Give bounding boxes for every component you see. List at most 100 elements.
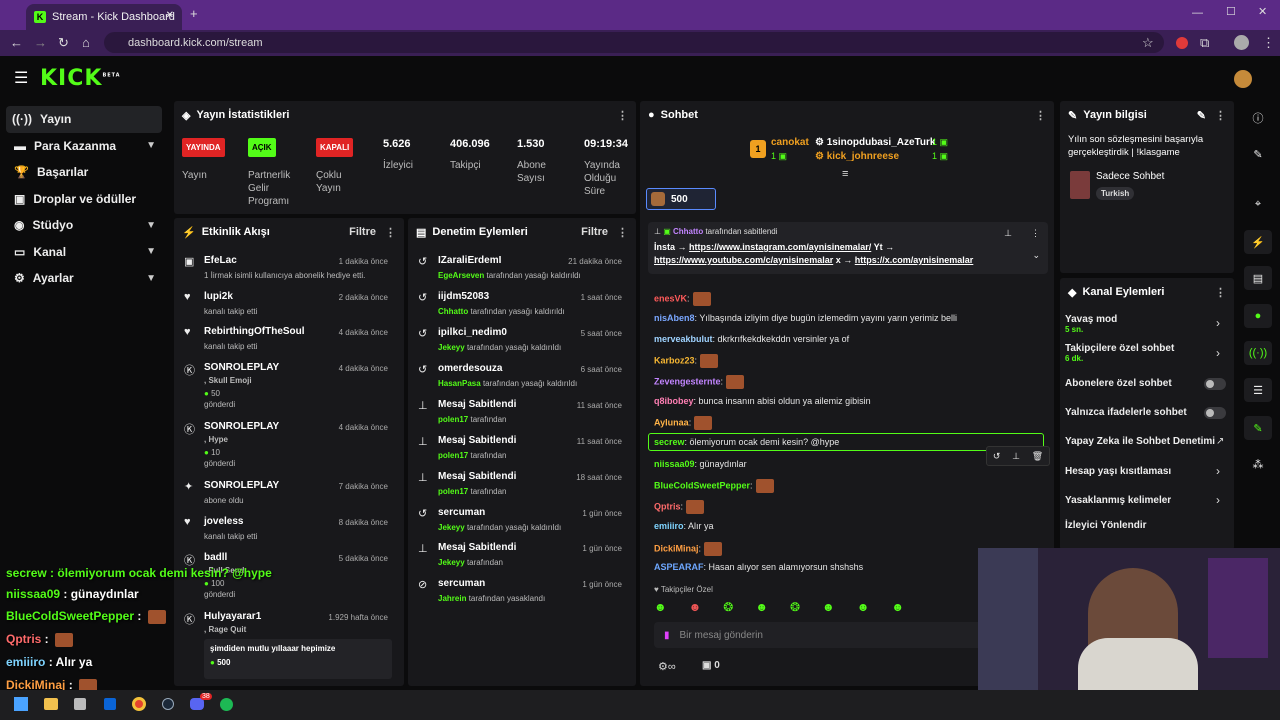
emote[interactable]: ❂ — [723, 600, 733, 616]
emotes-only-toggle[interactable] — [1204, 407, 1226, 419]
action-banned-words[interactable]: Yasaklanmış kelimeler — [1065, 495, 1171, 506]
emote[interactable]: ☻ — [755, 600, 768, 616]
undo-icon[interactable]: ↺ — [993, 451, 1001, 462]
action-followers-only[interactable]: Takipçilere özel sohbet 6 dk. — [1065, 343, 1210, 363]
emote[interactable]: ☻ — [891, 600, 904, 616]
chat-message[interactable]: BlueColdSweetPepper: — [654, 479, 774, 493]
more-options-icon[interactable]: ⋮ — [1215, 286, 1226, 299]
sidebar-item-ayarlar[interactable]: ⚙ Ayarlar ▼ — [0, 265, 170, 292]
chat-message-highlighted[interactable]: secrew: ölemiyorum ocak demi kesin? @hyp… — [654, 437, 839, 447]
store-icon[interactable] — [74, 698, 86, 710]
reload-icon[interactable]: ↻ — [58, 36, 69, 49]
info-icon[interactable]: ⓘ — [1244, 106, 1272, 130]
chat-message[interactable]: merveakbulut: dkrkrıfkekdkekddn versinle… — [654, 334, 849, 344]
chat-message[interactable]: enesVK: — [654, 292, 711, 306]
more-options-icon[interactable]: ⋮ — [617, 109, 628, 122]
emote[interactable]: ☻ — [857, 600, 870, 616]
category-thumbnail[interactable] — [1070, 171, 1090, 199]
extensions-puzzle-icon[interactable]: ⧉ — [1200, 36, 1209, 49]
more-options-icon[interactable]: ⋮ — [1031, 228, 1040, 239]
bookmark-star-icon[interactable]: ☆ — [1142, 36, 1154, 49]
extension-icon[interactable] — [1176, 37, 1188, 49]
more-options-icon[interactable]: ⋮ — [617, 226, 628, 239]
spotify-icon[interactable] — [220, 698, 233, 711]
chat-message[interactable]: emiiiro: Alır ya — [654, 521, 714, 531]
sidebar-item-basarilar[interactable]: 🏆 Başarılar — [0, 159, 170, 186]
external-link-icon[interactable]: ↗ — [1216, 436, 1224, 447]
trash-icon[interactable]: 🗑 — [1032, 451, 1043, 462]
chat-message[interactable]: Aylunaa: — [654, 416, 713, 430]
action-raid[interactable]: İzleyici Yönlendir — [1065, 520, 1147, 531]
outlook-icon[interactable] — [104, 698, 116, 710]
x-link[interactable]: https://x.com/aynisinemalar — [855, 255, 974, 265]
pin-icon[interactable]: ⊥ — [1004, 228, 1012, 239]
expand-icon[interactable]: ≡ — [842, 168, 848, 180]
chat-message[interactable]: niissaa09: günaydınlar — [654, 459, 747, 469]
more-options-icon[interactable]: ⋮ — [1035, 109, 1046, 122]
emote[interactable]: ❂ — [790, 600, 800, 616]
chevron-down-icon[interactable]: ⌄ — [1032, 250, 1040, 261]
share-icon[interactable]: ⁂ — [1244, 452, 1272, 476]
chrome-icon[interactable] — [132, 697, 146, 711]
close-window-icon[interactable]: ✕ — [1258, 7, 1267, 18]
chat-message[interactable]: Qptris: — [654, 500, 705, 514]
minimize-window-icon[interactable]: — — [1192, 8, 1203, 19]
forward-icon[interactable]: → — [34, 36, 47, 49]
viewer-goal-pill[interactable]: 500 — [646, 188, 716, 210]
bolt-icon[interactable]: ⚡ — [1244, 230, 1272, 254]
action-slow-mode[interactable]: Yavaş mod 5 sn. — [1065, 314, 1117, 334]
more-options-icon[interactable]: ⋮ — [385, 226, 396, 239]
layout-icon[interactable]: ☰ — [1244, 378, 1272, 402]
sidebar-item-droplar[interactable]: ▣ Droplar ve ödüller — [0, 186, 170, 213]
chat-bubble-icon[interactable]: ● — [1244, 304, 1272, 328]
settings-link-icon[interactable]: ⚙∞ — [658, 660, 676, 673]
maximize-window-icon[interactable]: ☐ — [1226, 7, 1236, 18]
points-display[interactable]: ▣ 0 — [702, 660, 720, 671]
action-ai-moderation[interactable]: Yapay Zeka ile Sohbet Denetimi — [1065, 436, 1215, 447]
gifter-name[interactable]: ⚙ kick_johnreese — [815, 151, 899, 162]
gifter-name[interactable]: ⚙ 1sinopdubasi_AzeTurk — [815, 137, 935, 148]
more-options-icon[interactable]: ⋮ — [1215, 109, 1226, 122]
chevron-right-icon[interactable]: › — [1216, 464, 1220, 478]
address-bar[interactable]: dashboard.kick.com/stream — [104, 32, 1164, 53]
clipboard-icon[interactable]: ▤ — [1244, 266, 1272, 290]
new-tab-icon[interactable]: + — [190, 7, 198, 20]
profile-avatar[interactable] — [1234, 35, 1249, 50]
wrench-icon[interactable]: ✎ — [1244, 416, 1272, 440]
category-name[interactable]: Sadece Sohbet — [1096, 171, 1164, 182]
filter-button[interactable]: Filtre — [581, 226, 608, 238]
chat-message[interactable]: Zevengesternte: — [654, 375, 745, 389]
emote[interactable]: ☻ — [689, 600, 702, 616]
chevron-right-icon[interactable]: › — [1216, 346, 1220, 360]
chat-message[interactable]: Karboz23: — [654, 354, 719, 368]
chat-message[interactable]: q8ibobey: bunca insanın abisi oldun ya a… — [654, 396, 871, 406]
hamburger-menu-icon[interactable]: ☰ — [14, 68, 28, 88]
chat-message[interactable]: DickiMinaj: — [654, 542, 723, 556]
subscribers-only-toggle[interactable] — [1204, 378, 1226, 390]
emote[interactable]: ☻ — [654, 600, 667, 616]
expand-icon[interactable]: ⌖ — [1244, 192, 1272, 216]
edit-icon[interactable]: ✎ — [1244, 142, 1272, 166]
chat-message[interactable]: ASPEARAF: Hasan alıyor sen alamıyorsun s… — [654, 562, 863, 572]
sidebar-item-yayin[interactable]: ((·)) Yayın — [6, 106, 162, 133]
top-gifter-name[interactable]: canokat — [771, 137, 809, 148]
browser-menu-icon[interactable]: ⋮ — [1262, 36, 1275, 49]
action-account-age[interactable]: Hesap yaşı kısıtlaması — [1065, 466, 1171, 477]
kick-logo[interactable]: KICKBETA — [40, 66, 121, 91]
chat-message[interactable]: nisAben8: Yılbaşında izliyim diye bugün … — [654, 313, 957, 323]
home-icon[interactable]: ⌂ — [82, 36, 90, 49]
windows-start-icon[interactable] — [14, 697, 28, 711]
chevron-right-icon[interactable]: › — [1216, 493, 1220, 507]
edit-icon[interactable]: ✎ — [1197, 109, 1206, 122]
sidebar-item-kanal[interactable]: ▭ Kanal ▼ — [0, 239, 170, 266]
pin-icon[interactable]: ⊥ — [1012, 451, 1020, 462]
language-tag[interactable]: Turkish — [1096, 187, 1135, 200]
broadcast-icon[interactable]: ((·)) — [1244, 341, 1272, 365]
browser-tab[interactable]: K Stream - Kick Dashboard ✕ — [26, 4, 182, 30]
steam-icon[interactable] — [162, 698, 174, 710]
sidebar-item-studyo[interactable]: ◉ Stüdyo ▼ — [0, 212, 170, 239]
file-explorer-icon[interactable] — [44, 698, 58, 710]
sidebar-item-para-kazanma[interactable]: ▬ Para Kazanma ▼ — [0, 133, 170, 160]
chevron-right-icon[interactable]: › — [1216, 316, 1220, 330]
filter-button[interactable]: Filtre — [349, 226, 376, 238]
